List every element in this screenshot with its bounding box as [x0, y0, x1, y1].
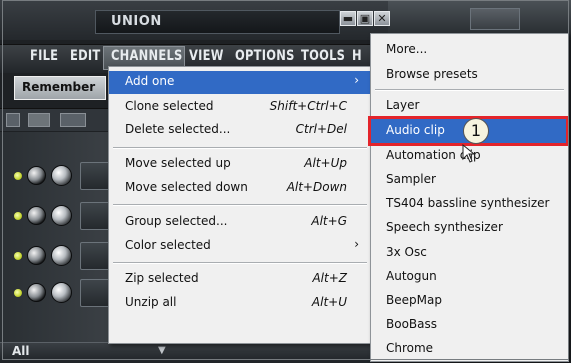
menu-item-add-one[interactable]: Add one › [109, 71, 371, 94]
preset-value: Remember [22, 80, 96, 94]
menu-options[interactable]: OPTIONS [235, 48, 295, 64]
submenu-item-more[interactable]: More... [371, 38, 568, 62]
chevron-right-icon: › [354, 237, 359, 251]
submenu-item-3x-osc[interactable]: 3x Osc [371, 241, 568, 265]
channel-led-icon[interactable] [14, 252, 22, 260]
channel-slot[interactable] [80, 242, 110, 270]
menu-item-zip-selected[interactable]: Zip selected Alt+Z [109, 268, 371, 291]
mouse-cursor-icon [462, 144, 476, 163]
shortcut-label: Ctrl+Del [295, 122, 347, 136]
volume-knob[interactable] [51, 165, 72, 186]
undo-icon[interactable] [60, 113, 86, 127]
channel-slot[interactable] [80, 162, 110, 190]
arrows-icon[interactable] [6, 113, 20, 127]
channels-menu: Add one › Clone selected Shift+Ctrl+C De… [108, 66, 372, 344]
menu-tools[interactable]: TOOLS [301, 48, 345, 64]
submenu-item-sampler[interactable]: Sampler [371, 168, 568, 192]
menu-item-clone-selected[interactable]: Clone selected Shift+Ctrl+C [109, 96, 371, 119]
menu-channels[interactable]: CHANNELS [111, 48, 183, 64]
menu-edit[interactable]: EDIT [70, 48, 100, 64]
channel-led-icon[interactable] [14, 172, 22, 180]
menu-view[interactable]: VIEW [189, 48, 224, 64]
menu-item-color-selected[interactable]: Color selected › [109, 235, 371, 258]
step-number-badge: 1 [463, 118, 489, 144]
shortcut-label: Alt+Z [312, 271, 347, 285]
menu-separator [113, 262, 367, 264]
menu-item-move-up[interactable]: Move selected up Alt+Up [109, 153, 371, 176]
submenu-item-chrome[interactable]: Chrome [371, 337, 568, 361]
pan-knob[interactable] [27, 283, 46, 302]
volume-knob[interactable] [51, 205, 72, 226]
submenu-item-browse-presets[interactable]: Browse presets [371, 63, 568, 87]
menu-file[interactable]: FILE [30, 48, 58, 64]
close-icon[interactable]: ✕ [374, 11, 390, 26]
volume-knob[interactable] [51, 245, 72, 266]
submenu-item-autogun[interactable]: Autogun [371, 265, 568, 289]
submenu-item-speech-synth[interactable]: Speech synthesizer [371, 216, 568, 240]
channel-slot[interactable] [80, 279, 110, 307]
add-one-submenu: More... Browse presets Layer Audio clip … [370, 33, 569, 362]
pan-knob[interactable] [27, 246, 46, 265]
pan-knob[interactable] [27, 206, 46, 225]
submenu-item-ts404[interactable]: TS404 bassline synthesizer [371, 192, 568, 216]
filter-value: All [12, 344, 30, 358]
menu-separator [375, 89, 564, 91]
submenu-item-layer[interactable]: Layer [371, 94, 568, 118]
menu-item-group-selected[interactable]: Group selected... Alt+G [109, 211, 371, 234]
menu-separator [113, 204, 367, 206]
volume-knob[interactable] [51, 282, 72, 303]
window-title: UNION [111, 14, 162, 29]
channel-led-icon[interactable] [14, 289, 22, 297]
shortcut-label: Alt+Up [304, 156, 347, 170]
minimize-icon[interactable]: ▬ [340, 11, 356, 26]
chevron-right-icon: › [354, 73, 359, 87]
shortcut-label: Alt+U [311, 295, 347, 309]
menu-item-move-down[interactable]: Move selected down Alt+Down [109, 177, 371, 200]
filter-bar[interactable] [0, 342, 380, 363]
menu-item-delete-selected[interactable]: Delete selected... Ctrl+Del [109, 119, 371, 142]
menu-item-unzip-all[interactable]: Unzip all Alt+U [109, 292, 371, 315]
shortcut-label: Shift+Ctrl+C [269, 99, 347, 113]
minus-icon[interactable] [28, 113, 50, 127]
pan-knob[interactable] [27, 166, 46, 185]
menu-help[interactable]: H [352, 48, 362, 64]
channel-toolbar [0, 108, 110, 131]
shortcut-label: Alt+G [311, 214, 347, 228]
right-panel-slot [470, 8, 520, 30]
submenu-item-beepmap[interactable]: BeepMap [371, 289, 568, 313]
menu-separator [113, 147, 367, 149]
restore-icon[interactable]: ▣ [357, 11, 373, 26]
dropdown-arrow-icon[interactable]: ▼ [158, 345, 166, 356]
shortcut-label: Alt+Down [286, 180, 347, 194]
submenu-item-boobass[interactable]: BooBass [371, 313, 568, 337]
channel-led-icon[interactable] [14, 212, 22, 220]
channel-rack [0, 132, 110, 342]
channel-slot[interactable] [80, 202, 110, 230]
